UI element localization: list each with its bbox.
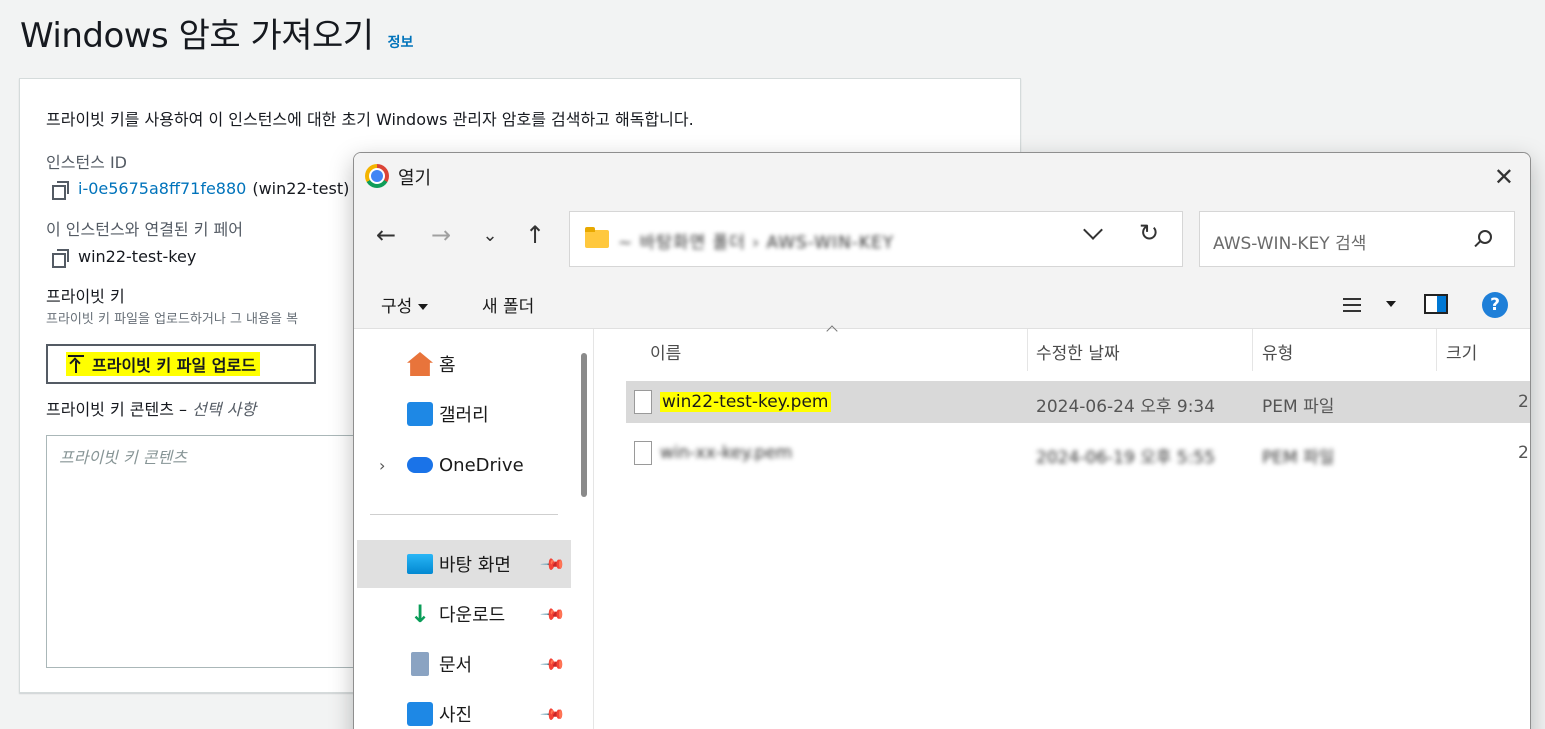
instance-id-row: i-0e5675a8ff71fe880 (win22-test) bbox=[52, 179, 350, 200]
keypair-label: 이 인스턴스와 연결된 키 페어 bbox=[46, 220, 243, 239]
pin-icon[interactable]: 📌 bbox=[539, 650, 567, 678]
file-row[interactable]: win-xx-key.pem 2024-06-19 오후 5:55 PEM 파일… bbox=[626, 432, 1530, 474]
upload-icon bbox=[68, 355, 84, 373]
navigation-pane: 홈 갤러리 › OneDrive 바탕 화면 📌 ↓ 다운로드 📌 문서 📌 사… bbox=[354, 329, 594, 729]
pin-icon[interactable]: 📌 bbox=[539, 550, 567, 578]
home-icon bbox=[407, 352, 433, 376]
sidebar-item-label: 다운로드 bbox=[439, 605, 506, 626]
dialog-title: 열기 bbox=[398, 168, 432, 189]
onedrive-icon bbox=[407, 457, 433, 473]
file-row[interactable]: win22-test-key.pem 2024-06-24 오후 9:34 PE… bbox=[626, 381, 1530, 423]
panel-description: 프라이빗 키를 사용하여 이 인스턴스에 대한 초기 Windows 관리자 암… bbox=[46, 110, 694, 129]
sidebar-item-gallery[interactable]: 갤러리 bbox=[357, 390, 571, 438]
sidebar-item-label: OneDrive bbox=[439, 454, 524, 476]
private-key-content-label: 프라이빗 키 콘텐츠 – 선택 사항 bbox=[46, 396, 256, 420]
forward-arrow-icon[interactable]: → bbox=[426, 221, 456, 249]
pin-icon[interactable]: 📌 bbox=[539, 600, 567, 628]
close-icon[interactable]: ✕ bbox=[1494, 163, 1514, 191]
sidebar-item-documents[interactable]: 문서 📌 bbox=[357, 640, 571, 688]
sidebar-item-home[interactable]: 홈 bbox=[357, 340, 571, 388]
sidebar-item-desktop[interactable]: 바탕 화면 📌 bbox=[357, 540, 571, 588]
sidebar-item-label: 문서 bbox=[439, 655, 473, 676]
file-icon bbox=[634, 441, 652, 465]
new-folder-button[interactable]: 새 폴더 bbox=[482, 292, 534, 317]
upload-private-key-button[interactable]: 프라이빗 키 파일 업로드 bbox=[46, 344, 316, 384]
sidebar-item-onedrive[interactable]: › OneDrive bbox=[357, 441, 571, 489]
instance-id-link[interactable]: i-0e5675a8ff71fe880 bbox=[78, 179, 246, 198]
file-modified: 2024-06-19 오후 5:55 bbox=[1036, 448, 1216, 468]
desktop-icon bbox=[407, 554, 433, 574]
instance-name: (win22-test) bbox=[252, 179, 350, 198]
view-dropdown-icon[interactable] bbox=[1386, 301, 1396, 307]
address-path: ~ 바탕화면 폴더 › AWS-WIN-KEY bbox=[618, 233, 895, 253]
column-divider[interactable] bbox=[1252, 329, 1253, 371]
recent-chevron-icon[interactable]: ⌄ bbox=[475, 225, 505, 246]
file-name: win-xx-key.pem bbox=[660, 443, 793, 463]
chrome-icon bbox=[365, 164, 389, 188]
preview-pane-icon[interactable] bbox=[1424, 294, 1448, 314]
dialog-titlebar[interactable]: 열기 ✕ bbox=[354, 153, 1530, 199]
help-icon[interactable]: ? bbox=[1482, 292, 1508, 318]
column-divider[interactable] bbox=[1027, 329, 1028, 371]
search-input[interactable]: AWS-WIN-KEY 검색 bbox=[1199, 211, 1515, 267]
documents-icon bbox=[411, 652, 429, 676]
file-list: 이름 수정한 날짜 유형 크기 win22-test-key.pem 2024-… bbox=[598, 325, 1530, 729]
keypair-value: win22-test-key bbox=[78, 247, 197, 266]
file-size: 2 bbox=[1518, 443, 1529, 463]
organize-label: 구성 bbox=[381, 297, 413, 317]
column-header-name[interactable]: 이름 bbox=[650, 339, 681, 364]
copy-icon[interactable] bbox=[52, 248, 69, 268]
search-icon bbox=[1478, 230, 1492, 244]
optional-tag: 선택 사항 bbox=[192, 400, 257, 419]
open-file-dialog: 열기 ✕ ← → ⌄ ↑ ~ 바탕화면 폴더 › AWS-WIN-KEY ↻ A… bbox=[353, 152, 1531, 729]
dropdown-triangle-icon bbox=[418, 304, 429, 310]
textarea-placeholder: 프라이빗 키 콘텐츠 bbox=[59, 448, 187, 467]
private-key-hint: 프라이빗 키 파일을 업로드하거나 그 내용을 복 bbox=[46, 312, 299, 327]
private-key-content-textarea[interactable]: 프라이빗 키 콘텐츠 bbox=[46, 435, 368, 668]
organize-button[interactable]: 구성 bbox=[381, 292, 429, 317]
sidebar-item-label: 홈 bbox=[439, 355, 456, 376]
file-name: win22-test-key.pem bbox=[660, 392, 831, 412]
column-divider[interactable] bbox=[1436, 329, 1437, 371]
download-icon: ↓ bbox=[409, 600, 431, 628]
chevron-right-icon[interactable]: › bbox=[379, 456, 385, 475]
dialog-navbar: ← → ⌄ ↑ ~ 바탕화면 폴더 › AWS-WIN-KEY ↻ AWS-WI… bbox=[354, 199, 1530, 279]
upload-button-label: 프라이빗 키 파일 업로드 bbox=[92, 356, 256, 375]
file-modified: 2024-06-24 오후 9:34 bbox=[1036, 397, 1216, 417]
upload-button-highlight: 프라이빗 키 파일 업로드 bbox=[66, 352, 260, 376]
back-arrow-icon[interactable]: ← bbox=[371, 221, 401, 249]
keypair-row: win22-test-key bbox=[52, 247, 197, 268]
command-bar: 구성 새 폴더 ? bbox=[354, 279, 1530, 329]
sidebar-scrollbar[interactable] bbox=[581, 353, 587, 497]
column-header-modified[interactable]: 수정한 날짜 bbox=[1036, 339, 1120, 364]
refresh-icon[interactable]: ↻ bbox=[1139, 219, 1159, 247]
column-header-size[interactable]: 크기 bbox=[1446, 339, 1477, 364]
sidebar-item-label: 바탕 화면 bbox=[439, 555, 511, 576]
file-icon bbox=[634, 390, 652, 414]
content-label-text: 프라이빗 키 콘텐츠 – bbox=[46, 400, 193, 419]
sidebar-divider bbox=[370, 514, 558, 515]
sidebar-item-pictures[interactable]: 사진 📌 bbox=[357, 690, 571, 729]
page-header: Windows 암호 가져오기 정보 bbox=[20, 8, 413, 57]
pin-icon[interactable]: 📌 bbox=[539, 700, 567, 728]
view-list-icon[interactable] bbox=[1343, 298, 1361, 312]
search-placeholder: AWS-WIN-KEY 검색 bbox=[1213, 234, 1367, 254]
gallery-icon bbox=[407, 402, 433, 426]
page-title: Windows 암호 가져오기 bbox=[20, 16, 374, 56]
column-header-type[interactable]: 유형 bbox=[1262, 339, 1293, 364]
sidebar-item-downloads[interactable]: ↓ 다운로드 📌 bbox=[357, 590, 571, 638]
address-bar[interactable]: ~ 바탕화면 폴더 › AWS-WIN-KEY bbox=[569, 211, 1183, 267]
info-link[interactable]: 정보 bbox=[388, 32, 414, 52]
up-arrow-icon[interactable]: ↑ bbox=[520, 221, 550, 249]
pictures-icon bbox=[407, 702, 433, 726]
sidebar-item-label: 사진 bbox=[439, 705, 473, 726]
private-key-label: 프라이빗 키 bbox=[46, 287, 125, 306]
copy-icon[interactable] bbox=[52, 180, 69, 200]
sidebar-item-label: 갤러리 bbox=[439, 405, 489, 426]
folder-icon bbox=[585, 227, 609, 248]
file-type: PEM 파일 bbox=[1262, 448, 1335, 468]
file-type: PEM 파일 bbox=[1262, 397, 1335, 417]
file-size: 2 bbox=[1518, 392, 1529, 412]
instance-id-label: 인스턴스 ID bbox=[46, 153, 128, 172]
